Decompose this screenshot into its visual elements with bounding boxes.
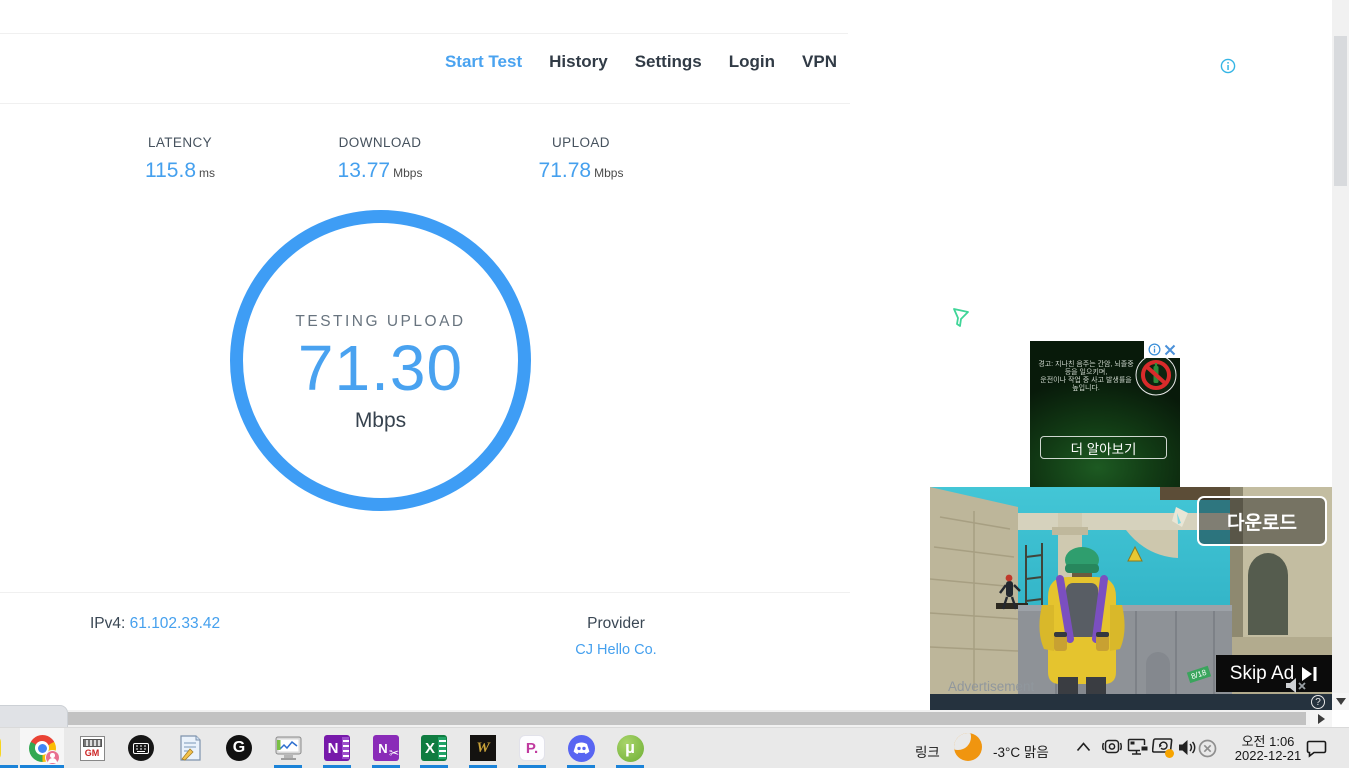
keyboard-utility-icon: [128, 735, 154, 761]
taskbar-notepad[interactable]: [168, 728, 212, 768]
p-app-icon: P.: [519, 735, 545, 761]
muted-speaker-icon[interactable]: [1285, 677, 1309, 694]
nav-login[interactable]: Login: [729, 52, 775, 72]
ad-close-icon[interactable]: [1164, 344, 1176, 356]
tray-expand-chevron-icon[interactable]: [1076, 742, 1091, 752]
taskbar-performance-monitor[interactable]: [266, 728, 310, 768]
video-control-strip: ?: [930, 694, 1332, 710]
stat-download: DOWNLOAD 13.77Mbps: [295, 135, 465, 183]
horizontal-scrollbar-thumb[interactable]: [2, 712, 1306, 725]
speed-gauge: TESTING UPLOAD 71.30 Mbps: [230, 210, 531, 511]
ad-learn-more-button[interactable]: 더 알아보기: [1040, 436, 1167, 459]
logitech-g-icon: G: [226, 735, 252, 761]
tray-links-label[interactable]: 링크: [915, 741, 940, 761]
gauge-unit: Mbps: [243, 409, 518, 433]
weather-moon-icon[interactable]: [954, 733, 982, 761]
video-ad[interactable]: 다운로드 8/18 Skip Ad Advertisement ?: [930, 487, 1332, 710]
tray-network-icon[interactable]: [1127, 738, 1150, 758]
footer-divider: [0, 592, 850, 593]
gauge-status: TESTING UPLOAD: [243, 313, 518, 331]
scroll-down-button[interactable]: [1332, 693, 1349, 710]
taskbar-p-app[interactable]: P.: [510, 728, 554, 768]
provider-link[interactable]: CJ Hello Co.: [540, 642, 692, 658]
action-center-icon[interactable]: [1306, 739, 1327, 758]
adchoices-bar: [1144, 341, 1180, 358]
header-divider: [0, 33, 848, 34]
upload-label: UPLOAD: [496, 135, 666, 150]
tray-clock[interactable]: 오전 1:06 2022-12-21: [1222, 735, 1314, 763]
scroll-down-icon: [1336, 698, 1346, 705]
taskbar-excel[interactable]: X: [412, 728, 456, 768]
onenote-clipper-icon: N ✂: [373, 735, 399, 761]
notepad-icon: [178, 735, 202, 761]
taskbar-gm-macro[interactable]: GM: [70, 728, 114, 768]
video-download-button[interactable]: 다운로드: [1197, 496, 1327, 546]
taskbar-onenote-clipper[interactable]: N ✂: [364, 728, 408, 768]
taskbar-writing-app[interactable]: W: [461, 728, 505, 768]
ad-warning-text: 경고: 지나친 음주는 간암, 뇌졸중 등을 일으키며, 운전이나 작업 중 사…: [1038, 361, 1134, 393]
browser-status-bubble: [0, 705, 68, 727]
discord-icon: [568, 735, 595, 762]
utorrent-icon: µ: [617, 735, 644, 762]
taskbar-keyboard-utility[interactable]: [119, 728, 163, 768]
adchoices-funnel-icon[interactable]: [950, 306, 972, 330]
latency-value: 115.8ms: [95, 159, 265, 183]
tray-camera-icon[interactable]: [1101, 738, 1123, 757]
onenote-icon: N: [324, 735, 350, 761]
taskbar-utorrent[interactable]: µ: [608, 728, 652, 768]
performance-monitor-icon: [275, 736, 302, 761]
upload-value: 71.78Mbps: [496, 159, 666, 183]
download-label: DOWNLOAD: [295, 135, 465, 150]
advertisement-label: Advertisement: [948, 679, 1034, 694]
scroll-right-icon: [1318, 714, 1325, 724]
taskbar-chrome[interactable]: [20, 728, 64, 768]
skip-ad-button[interactable]: Skip Ad: [1216, 655, 1332, 692]
nav-settings[interactable]: Settings: [635, 52, 702, 72]
tray-circled-x-icon[interactable]: [1198, 739, 1217, 758]
clock-time: 오전 1:06: [1222, 735, 1314, 749]
chrome-profile-badge: [45, 750, 60, 765]
ip-label: IPv4:: [90, 615, 125, 632]
no-alcohol-badge-icon: [1135, 354, 1177, 396]
vertical-scrollbar-thumb[interactable]: [1334, 36, 1347, 186]
nav-start-test[interactable]: Start Test: [445, 52, 522, 72]
latency-unit: ms: [199, 166, 215, 180]
upload-unit: Mbps: [594, 166, 623, 180]
stat-upload: UPLOAD 71.78Mbps: [496, 135, 666, 183]
kakaotalk-icon: [0, 736, 1, 760]
download-unit: Mbps: [393, 166, 422, 180]
latency-label: LATENCY: [95, 135, 265, 150]
display-ad[interactable]: 경고: 지나친 음주는 간암, 뇌졸중 등을 일으키며, 운전이나 작업 중 사…: [1030, 341, 1180, 490]
nav-divider: [0, 103, 850, 104]
tray-speaker-icon[interactable]: [1178, 739, 1198, 756]
gm-macro-icon: GM: [80, 736, 105, 761]
main-nav: Start Test History Settings Login VPN: [0, 52, 850, 72]
taskbar: GM G: [0, 727, 1349, 768]
ad-help-icon[interactable]: ?: [1311, 695, 1325, 709]
taskbar-logitech-g[interactable]: G: [217, 728, 261, 768]
taskbar-onenote[interactable]: N: [315, 728, 359, 768]
taskbar-discord[interactable]: [559, 728, 603, 768]
screen: Start Test History Settings Login VPN LA…: [0, 0, 1349, 768]
adchoices-info-icon[interactable]: [1148, 343, 1161, 356]
excel-icon: X: [421, 735, 447, 761]
tray-update-icon[interactable]: [1152, 737, 1176, 759]
provider-block: Provider CJ Hello Co.: [540, 615, 692, 658]
info-icon[interactable]: [1220, 58, 1236, 74]
nav-history[interactable]: History: [549, 52, 608, 72]
gauge-value: 71.30: [243, 331, 518, 405]
nav-vpn[interactable]: VPN: [802, 52, 837, 72]
scroll-right-button[interactable]: [1310, 710, 1332, 727]
ip-row: IPv4: 61.102.33.42: [90, 615, 220, 633]
clock-date: 2022-12-21: [1222, 749, 1314, 763]
taskbar-kakaotalk[interactable]: [0, 728, 10, 768]
chrome-icon: [29, 735, 56, 762]
ip-address-link[interactable]: 61.102.33.42: [130, 615, 221, 632]
download-value: 13.77Mbps: [295, 159, 465, 183]
tray-weather[interactable]: -3°C 맑음: [993, 741, 1049, 761]
writing-app-icon: W: [470, 735, 496, 761]
stat-latency: LATENCY 115.8ms: [95, 135, 265, 183]
provider-label: Provider: [540, 615, 692, 633]
